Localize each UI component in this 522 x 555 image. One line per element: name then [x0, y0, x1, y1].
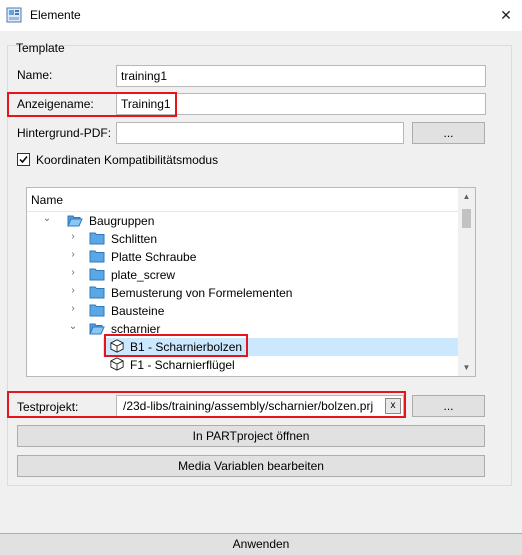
- chevron-down-icon[interactable]: ⌄: [67, 321, 79, 335]
- template-group-label: Template: [16, 41, 65, 55]
- folder-icon: [89, 250, 105, 263]
- tree-item-bausteine[interactable]: › Bausteine: [27, 302, 457, 320]
- app-icon: [6, 7, 22, 23]
- background-pdf-field[interactable]: [116, 122, 404, 144]
- tree-item-label: Platte Schraube: [111, 250, 197, 264]
- scrollbar-thumb[interactable]: [462, 209, 471, 228]
- highlight-testproject: [7, 391, 406, 418]
- name-field[interactable]: training1: [116, 65, 486, 87]
- name-label: Name:: [17, 68, 53, 82]
- tree-header-name[interactable]: Name: [27, 188, 458, 212]
- tree-item-label: Bausteine: [111, 304, 165, 318]
- window-title: Elemente: [30, 8, 81, 22]
- highlight-display-name: [7, 92, 177, 117]
- checkmark-icon: [19, 156, 28, 164]
- folder-open-icon: [89, 323, 105, 335]
- tree-item-schlitten[interactable]: › Schlitten: [27, 230, 457, 248]
- background-pdf-label: Hintergrund-PDF:: [17, 126, 112, 140]
- chevron-right-icon[interactable]: ›: [67, 303, 79, 317]
- folder-icon: [89, 286, 105, 299]
- tree-item-label: Bemusterung von Formelementen: [111, 286, 293, 300]
- tree-scrollbar[interactable]: ▲ ▼: [458, 188, 475, 376]
- title-bar: Elemente ✕: [0, 0, 522, 31]
- chevron-down-icon[interactable]: ⌄: [41, 213, 53, 227]
- tree-item-label: Schlitten: [111, 232, 158, 246]
- folder-open-icon: [67, 215, 83, 227]
- coord-compat-label: Koordinaten Kompatibilitätsmodus: [36, 153, 219, 167]
- element-tree[interactable]: Name ⌄ Baugruppen › Schlitten › Platte S…: [26, 187, 476, 377]
- close-icon: ✕: [500, 7, 512, 23]
- open-partproject-button[interactable]: In PARTproject öffnen: [17, 425, 485, 447]
- tree-item-platte-schraube[interactable]: › Platte Schraube: [27, 248, 457, 266]
- tree-item-plate-screw[interactable]: › plate_screw: [27, 266, 457, 284]
- edit-media-variables-button[interactable]: Media Variablen bearbeiten: [17, 455, 485, 477]
- folder-icon: [89, 304, 105, 317]
- close-button[interactable]: ✕: [490, 0, 522, 31]
- testproject-browse-button[interactable]: ...: [412, 395, 485, 417]
- tree-item-f1-scharnierfluegel[interactable]: F1 - Scharnierflügel: [27, 356, 457, 374]
- tree-item-label: F1 - Scharnierflügel: [130, 358, 235, 372]
- folder-icon: [89, 268, 105, 281]
- scroll-up-arrow-icon[interactable]: ▲: [458, 188, 475, 205]
- scroll-down-arrow-icon[interactable]: ▼: [458, 359, 475, 376]
- highlight-selected-item: [104, 334, 248, 357]
- background-pdf-browse-button[interactable]: ...: [412, 122, 485, 144]
- coord-compat-checkbox[interactable]: [17, 153, 30, 166]
- cube-icon: [110, 357, 124, 371]
- chevron-right-icon[interactable]: ›: [67, 285, 79, 299]
- tree-item-bemusterung[interactable]: › Bemusterung von Formelementen: [27, 284, 457, 302]
- folder-icon: [89, 232, 105, 245]
- chevron-right-icon[interactable]: ›: [67, 249, 79, 263]
- chevron-right-icon[interactable]: ›: [67, 231, 79, 245]
- tree-item-label: Baugruppen: [89, 214, 155, 228]
- tree-item-baugruppen[interactable]: ⌄ Baugruppen: [27, 212, 457, 230]
- apply-button[interactable]: Anwenden: [0, 533, 522, 555]
- chevron-right-icon[interactable]: ›: [67, 267, 79, 281]
- tree-item-label: plate_screw: [111, 268, 176, 282]
